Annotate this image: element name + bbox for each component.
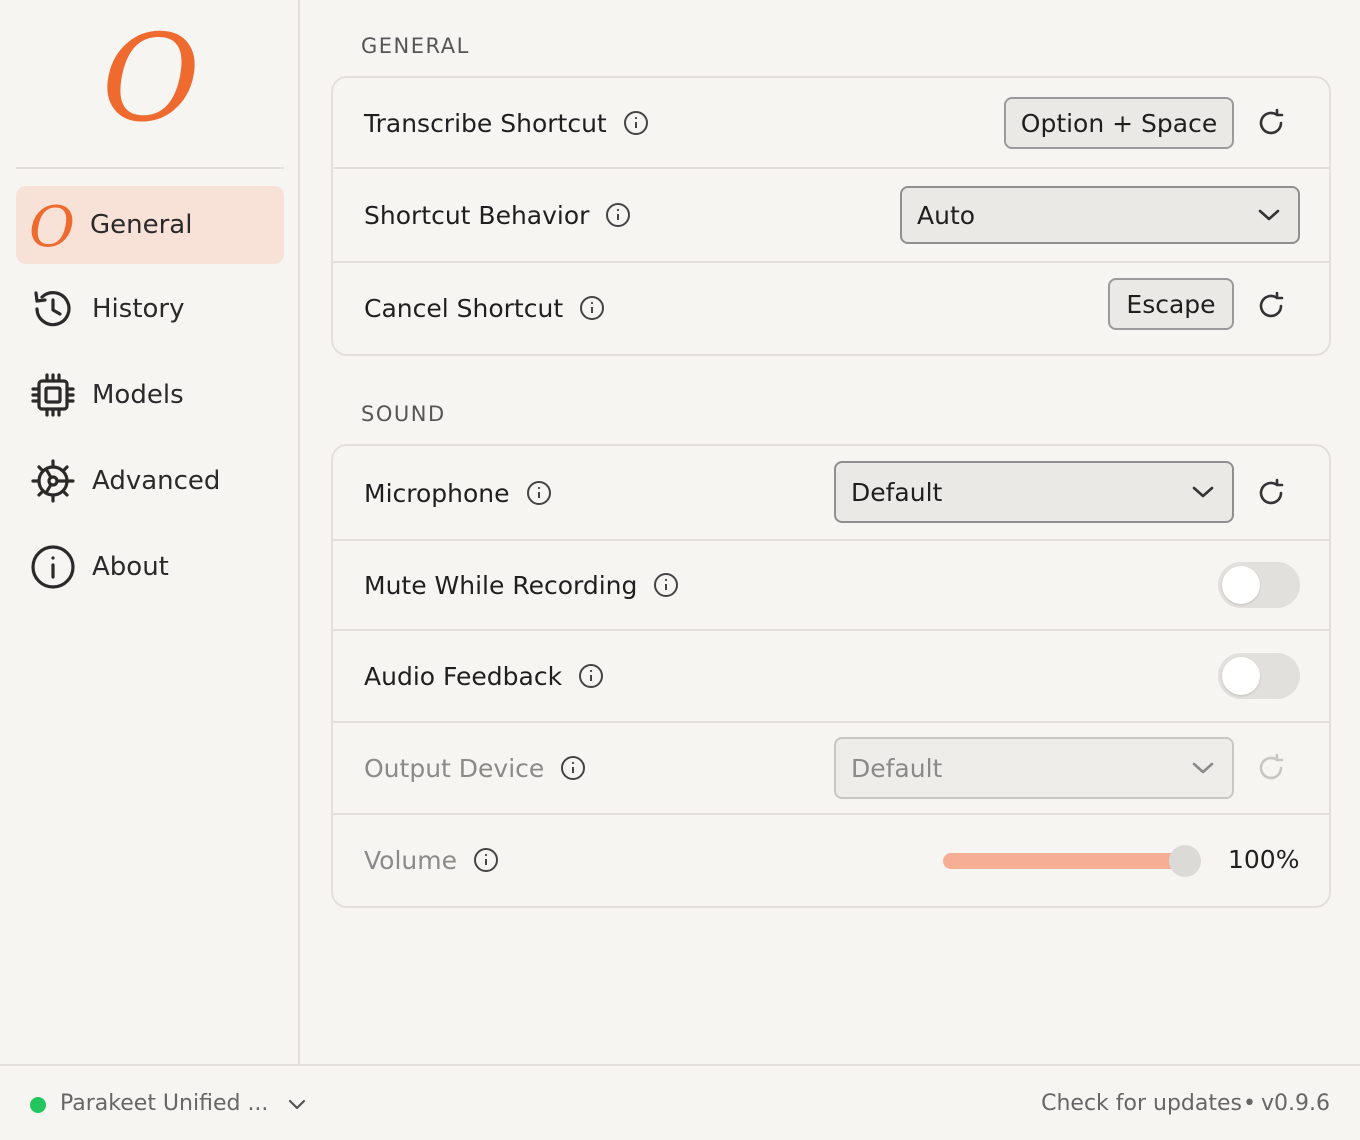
reset-icon[interactable]	[1255, 290, 1287, 322]
volume-label: Volume	[364, 846, 499, 875]
cancel-shortcut-row: Cancel Shortcut Escape	[333, 263, 1329, 353]
sidebar-item-advanced[interactable]: Advanced	[16, 442, 284, 520]
transcribe-shortcut-label: Transcribe Shortcut	[364, 109, 649, 138]
section-title-sound: SOUND	[361, 402, 446, 426]
output-device-select[interactable]: Default	[834, 737, 1234, 799]
brand-o-icon: O	[30, 200, 76, 250]
output-device-row: Output Device Default	[333, 723, 1329, 813]
general-settings-card: Transcribe Shortcut Option + Space Short…	[331, 76, 1331, 356]
chevron-down-icon[interactable]	[288, 1096, 306, 1115]
transcribe-shortcut-button[interactable]: Option + Space	[1004, 97, 1234, 149]
model-selector[interactable]: Parakeet Unified ...	[60, 1091, 268, 1116]
reset-icon[interactable]	[1255, 477, 1287, 509]
sidebar-item-label: About	[92, 552, 169, 582]
info-circle-icon[interactable]	[623, 110, 649, 136]
sidebar-item-label: History	[92, 294, 185, 324]
model-status-dot	[30, 1097, 46, 1113]
chevron-down-icon	[1258, 208, 1280, 222]
info-circle-icon[interactable]	[579, 295, 605, 321]
volume-value: 100%	[1228, 845, 1300, 874]
cancel-shortcut-label: Cancel Shortcut	[364, 294, 605, 323]
settings-main: GENERAL Transcribe Shortcut Option + Spa…	[300, 0, 1360, 1064]
info-circle-icon[interactable]	[560, 755, 586, 781]
info-circle-icon[interactable]	[653, 572, 679, 598]
microphone-select[interactable]: Default	[834, 461, 1234, 523]
sidebar-item-about[interactable]: About	[16, 528, 284, 606]
info-circle-icon[interactable]	[578, 663, 604, 689]
volume-slider-thumb[interactable]	[1169, 845, 1201, 877]
sidebar-item-label: Advanced	[92, 466, 221, 496]
toggle-knob	[1222, 657, 1260, 695]
info-circle-icon[interactable]	[473, 847, 499, 873]
volume-row: Volume 100%	[333, 815, 1329, 905]
microphone-label: Microphone	[364, 479, 552, 508]
footer-bar: Parakeet Unified ... Check for updates •…	[0, 1064, 1360, 1140]
info-circle-icon[interactable]	[605, 202, 631, 228]
sidebar: O O General History Models Advanced Abou…	[0, 0, 300, 1064]
check-updates-link[interactable]: Check for updates	[1041, 1091, 1242, 1116]
history-icon	[30, 286, 76, 332]
logo-glyph: O	[102, 22, 200, 132]
footer-separator: •	[1243, 1091, 1256, 1116]
chevron-down-icon	[1192, 761, 1214, 775]
audio-feedback-label: Audio Feedback	[364, 662, 604, 691]
reset-icon[interactable]	[1255, 107, 1287, 139]
shortcut-behavior-row: Shortcut Behavior Auto	[333, 169, 1329, 261]
reset-icon[interactable]	[1255, 752, 1287, 784]
shortcut-behavior-label: Shortcut Behavior	[364, 201, 631, 230]
app-version: v0.9.6	[1261, 1091, 1330, 1116]
svg-text:O: O	[30, 200, 75, 250]
section-title-general: GENERAL	[361, 34, 470, 58]
audio-feedback-row: Audio Feedback	[333, 631, 1329, 721]
sidebar-item-label: General	[90, 210, 193, 240]
audio-feedback-toggle[interactable]	[1218, 653, 1300, 699]
volume-slider[interactable]	[943, 845, 1201, 877]
sidebar-item-label: Models	[92, 380, 184, 410]
info-icon	[30, 544, 76, 590]
cancel-shortcut-button[interactable]: Escape	[1108, 278, 1234, 330]
toggle-knob	[1222, 566, 1260, 604]
output-device-label: Output Device	[364, 754, 586, 783]
sidebar-item-history[interactable]: History	[16, 270, 284, 348]
sidebar-divider	[16, 167, 284, 169]
chip-icon	[30, 372, 76, 418]
shortcut-behavior-select[interactable]: Auto	[900, 186, 1300, 244]
app-logo: O	[96, 10, 206, 149]
chevron-down-icon	[1192, 485, 1214, 499]
sound-settings-card: Microphone Default Mute While Recording	[331, 444, 1331, 908]
mute-while-recording-label: Mute While Recording	[364, 571, 679, 600]
microphone-row: Microphone Default	[333, 446, 1329, 540]
sidebar-item-models[interactable]: Models	[16, 356, 284, 434]
gear-icon	[30, 458, 76, 504]
mute-while-recording-toggle[interactable]	[1218, 562, 1300, 608]
mute-while-recording-row: Mute While Recording	[333, 541, 1329, 629]
sidebar-item-general[interactable]: O General	[16, 186, 284, 264]
transcribe-shortcut-row: Transcribe Shortcut Option + Space	[333, 78, 1329, 168]
info-circle-icon[interactable]	[526, 480, 552, 506]
